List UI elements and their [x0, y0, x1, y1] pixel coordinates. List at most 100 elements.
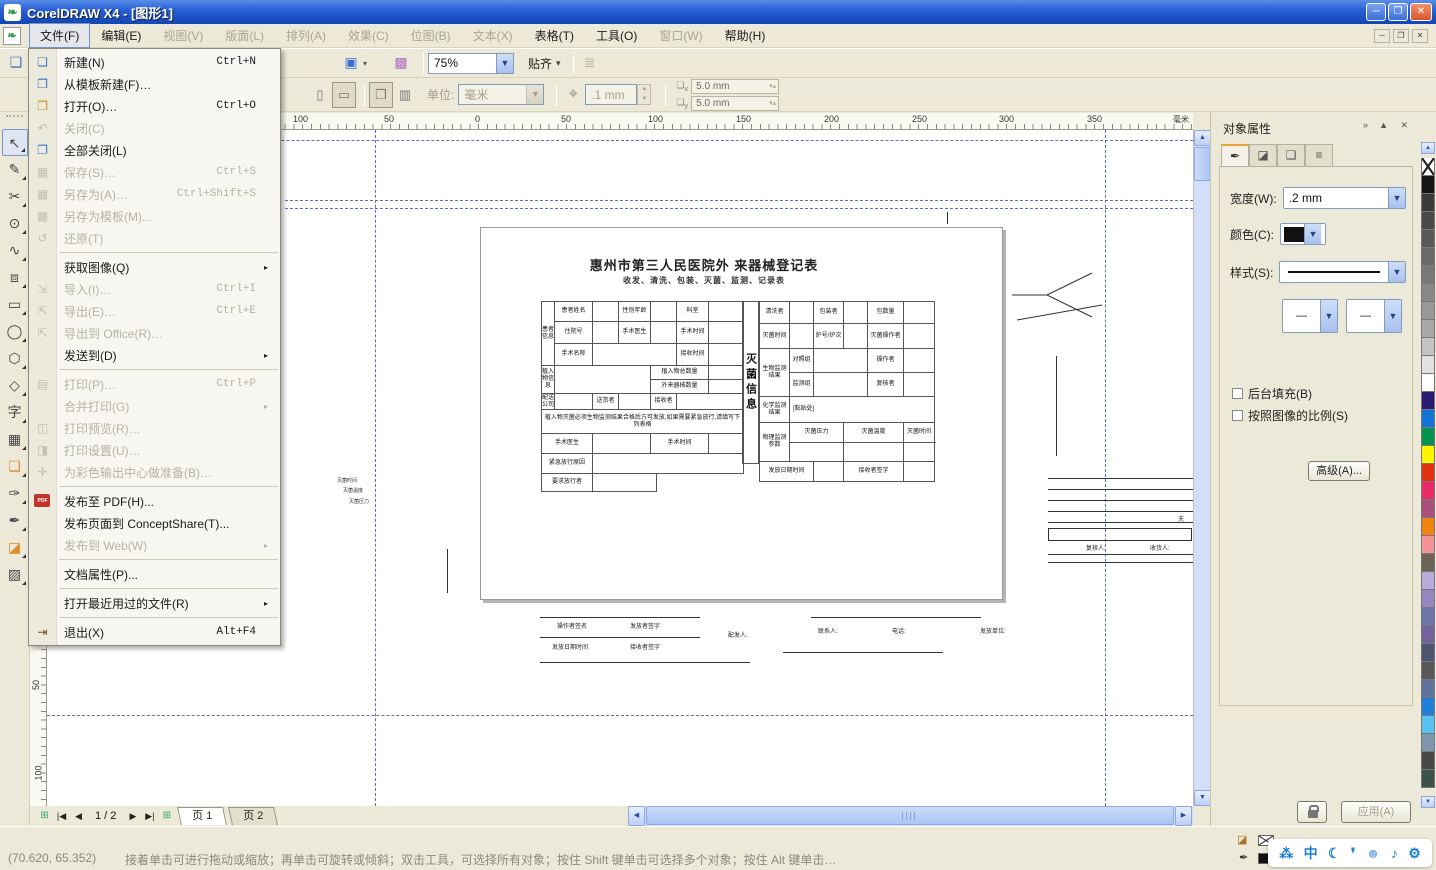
menu-item[interactable]: ↶ 关闭(C)	[29, 117, 280, 139]
palette-swatch[interactable]	[1421, 662, 1435, 680]
menu-file[interactable]: 文件(F)	[29, 23, 90, 48]
basic-shapes-tool[interactable]: ◇	[2, 372, 28, 399]
application-launcher-icon[interactable]: ▣	[339, 51, 363, 75]
stray-lines-block[interactable]: 夫 复核人: 收货人:	[1048, 475, 1193, 565]
palette-swatch[interactable]	[1421, 356, 1435, 374]
palette-swatch[interactable]	[1421, 464, 1435, 482]
palette-swatch[interactable]	[1421, 482, 1435, 500]
palette-swatch[interactable]	[1421, 590, 1435, 608]
blend-tool[interactable]: ❏	[2, 453, 28, 480]
horizontal-scrollbar[interactable]: ◀ ▶	[628, 806, 1193, 826]
lock-button[interactable]	[1297, 801, 1327, 823]
window-control-button[interactable]: ❐	[1388, 3, 1408, 21]
guideline-horizontal[interactable]	[285, 200, 1193, 201]
scroll-up-button[interactable]: ▲	[1194, 130, 1211, 146]
window-control-button[interactable]: ✕	[1410, 3, 1432, 21]
vertical-scroll-thumb[interactable]	[1194, 147, 1211, 181]
stray-text[interactable]: 灭菌压力	[349, 498, 369, 505]
menu-table[interactable]: 表格(T)	[524, 23, 585, 48]
table-tool[interactable]: ▦	[2, 426, 28, 453]
launcher-dropdown-icon[interactable]: ▾	[363, 59, 375, 68]
last-page-button[interactable]: ▶|	[141, 808, 158, 825]
menu-item[interactable]: ❐ 全部关闭(L)	[29, 139, 280, 161]
menu-item[interactable]: ◫ 打印预览(R)…	[29, 417, 280, 439]
palette-swatch[interactable]	[1421, 338, 1435, 356]
menu-item[interactable]: ▤ 打印(P)… Ctrl+P	[29, 373, 280, 395]
palette-swatch[interactable]	[1421, 716, 1435, 734]
palette-swatch[interactable]	[1421, 680, 1435, 698]
ellipse-tool[interactable]: ◯	[2, 318, 28, 345]
previous-page-button[interactable]: ◀	[70, 808, 87, 825]
signature-line[interactable]	[540, 637, 700, 638]
nudge-field[interactable]: .1 mm	[585, 84, 637, 105]
scale-with-image-checkbox[interactable]	[1232, 410, 1243, 421]
menu-item[interactable]: 发布到 Web(W) ▸	[29, 534, 280, 556]
add-page-before-button[interactable]: ⊞	[36, 808, 53, 825]
docker-tab-fill[interactable]: ◪	[1249, 144, 1277, 166]
palette-swatch[interactable]	[1421, 554, 1435, 572]
guideline-horizontal[interactable]	[47, 715, 1193, 716]
ime-language-icon[interactable]: 中	[1304, 843, 1318, 863]
palette-swatch[interactable]	[1421, 392, 1435, 410]
stray-line[interactable]	[947, 212, 948, 224]
menu-item[interactable]: 合并打印(G) ▸	[29, 395, 280, 417]
menu-item[interactable]: ❏ 新建(N) Ctrl+N	[29, 51, 280, 73]
palette-swatch[interactable]	[1421, 734, 1435, 752]
palette-swatch[interactable]	[1421, 608, 1435, 626]
menu-item[interactable]: 获取图像(Q) ▸	[29, 256, 280, 278]
style-dropdown-icon[interactable]: ▼	[1388, 262, 1405, 282]
palette-swatch[interactable]	[1421, 158, 1435, 176]
document-window-control[interactable]: ✕	[1412, 29, 1428, 43]
smart-fill-tool[interactable]: ⧈	[2, 264, 28, 291]
text-tool[interactable]: 字	[2, 399, 28, 426]
palette-swatch[interactable]	[1421, 518, 1435, 536]
menu-item[interactable]: 文档属性(P)...	[29, 563, 280, 585]
pick-tool[interactable]: ↖	[2, 129, 28, 156]
document-page[interactable]: 惠州市第三人民医院外 来器械登记表 收发、清洗、包装、灭菌、监测、记录表 患者信…	[480, 227, 1003, 600]
palette-swatch[interactable]	[1421, 572, 1435, 590]
menu-item[interactable]: ▦ 另存为(A)… Ctrl+Shift+S	[29, 183, 280, 205]
options-icon[interactable]: ≣	[578, 51, 602, 75]
outline-style-combo[interactable]: ▼	[1279, 261, 1406, 283]
docker-pin-icon[interactable]: ▲	[1379, 120, 1388, 130]
palette-swatch[interactable]	[1421, 194, 1435, 212]
palette-swatch[interactable]	[1421, 752, 1435, 770]
menu-item[interactable]: ▦ 另存为模板(M)...	[29, 205, 280, 227]
menu-item[interactable]: ⇲ 导入(I)… Ctrl+I	[29, 278, 280, 300]
menu-help[interactable]: 帮助(H)	[714, 23, 777, 48]
page-tab-2[interactable]: 页 2	[228, 807, 278, 825]
units-dropdown-icon[interactable]: ▼	[526, 85, 543, 104]
guideline-vertical[interactable]	[1105, 130, 1106, 806]
outline-pen-tool[interactable]: ✒	[2, 507, 28, 534]
width-dropdown-icon[interactable]: ▼	[1388, 188, 1405, 208]
vertical-scrollbar[interactable]: ▲ ▼	[1193, 130, 1210, 806]
shape-tool[interactable]: ✎	[2, 156, 28, 183]
docker-collapse-icon[interactable]: »	[1363, 120, 1368, 130]
menu-arrange[interactable]: 排列(A)	[275, 23, 337, 48]
snap-menu[interactable]: 贴齐 ▾	[528, 55, 561, 72]
stray-text[interactable]: 灭菌时间	[337, 477, 357, 484]
stray-diagonal-lines[interactable]	[1007, 265, 1147, 325]
toolbar-icon[interactable]: ❏	[4, 51, 28, 75]
docker-tab-page[interactable]: ❏	[1277, 144, 1305, 166]
menu-window[interactable]: 窗口(W)	[648, 23, 713, 48]
crop-tool[interactable]: ✂	[2, 183, 28, 210]
ime-logo-icon[interactable]: ⁂	[1279, 845, 1293, 862]
menu-item[interactable]: ❐ 从模板新建(F)…	[29, 73, 280, 95]
signature-line[interactable]	[540, 662, 750, 663]
apply-button[interactable]: 应用(A)	[1341, 801, 1411, 823]
palette-scroll-up-icon[interactable]: ▲	[1421, 142, 1435, 154]
palette-swatch[interactable]	[1421, 176, 1435, 194]
start-arrow-dropdown-icon[interactable]: ▼	[1320, 300, 1337, 332]
menu-item[interactable]: PDF 发布至 PDF(H)...	[29, 490, 280, 512]
duplicate-y-field[interactable]: 5.0 mm ▾▴	[691, 96, 779, 111]
end-arrow-dropdown-icon[interactable]: ▼	[1384, 300, 1401, 332]
stray-line[interactable]	[447, 549, 448, 593]
menu-item[interactable]: ↺ 还原(T)	[29, 227, 280, 249]
guideline-horizontal[interactable]	[285, 208, 1193, 209]
facing-pages-button[interactable]: ▥	[393, 82, 417, 108]
eyedropper-tool[interactable]: ✑	[2, 480, 28, 507]
corel-online-icon[interactable]: ▩	[389, 51, 413, 75]
advanced-button[interactable]: 高级(A)...	[1308, 461, 1370, 481]
color-dropdown-icon[interactable]: ▼	[1304, 224, 1321, 244]
